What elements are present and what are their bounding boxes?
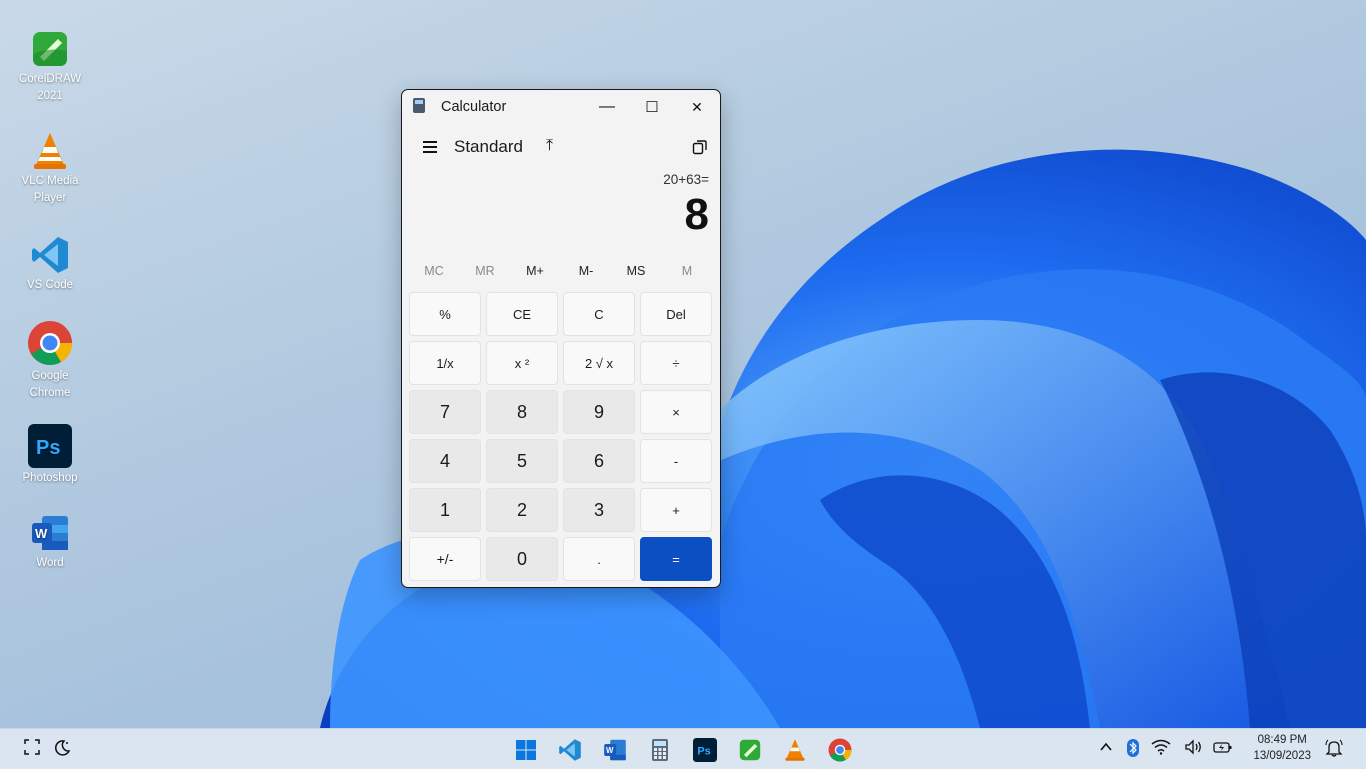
vscode-icon[interactable] [558,738,582,762]
vlc-icon[interactable] [783,738,807,762]
keep-on-top-icon[interactable]: ⤒ [546,137,553,155]
vscode-icon [30,235,70,275]
photoshop-icon: Ps [28,424,72,468]
memory-recall-button[interactable]: MR [460,264,510,278]
fullscreen-icon[interactable] [24,739,40,758]
desktop-icon-vlc[interactable]: VLC Media Player [10,131,90,207]
decimal-button[interactable]: . [563,537,635,581]
svg-text:Ps: Ps [36,437,60,459]
calculator-icon[interactable] [648,738,672,762]
digit-8-button[interactable]: 8 [486,390,558,434]
square-button[interactable]: x ² [486,341,558,385]
svg-text:W: W [606,746,614,755]
photoshop-icon[interactable]: Ps [693,738,717,762]
title-bar[interactable]: Calculator — ☐ ✕ [402,90,720,124]
vlc-icon [30,131,70,171]
bluetooth-icon[interactable] [1126,739,1140,760]
calculator-header: Standard ⤒ [402,130,720,164]
memory-list-button[interactable]: M [662,264,712,278]
clear-button[interactable]: C [563,292,635,336]
clock-date: 13/09/2023 [1253,750,1311,762]
chevron-up-icon[interactable] [1098,739,1114,758]
percent-button[interactable]: % [409,292,481,336]
calculator-window: Calculator — ☐ ✕ Standard ⤒ 20+63= 8 MC … [401,89,721,588]
desktop-icon-label: VS Code [26,279,74,291]
maximize-button[interactable]: ☐ [629,90,675,124]
digit-0-button[interactable]: 0 [486,537,558,581]
memory-subtract-button[interactable]: M- [561,264,611,278]
battery-charging-icon[interactable] [1213,739,1233,758]
desktop-icon-photoshop[interactable]: Ps Photoshop [10,424,90,487]
digit-4-button[interactable]: 4 [409,439,481,483]
add-button[interactable]: + [640,488,712,532]
digit-9-button[interactable]: 9 [563,390,635,434]
digit-6-button[interactable]: 6 [563,439,635,483]
desktop-icon-label: Google [31,370,69,382]
coreldraw-icon [30,29,70,69]
digit-5-button[interactable]: 5 [486,439,558,483]
square-root-button[interactable]: 2 √ x [563,341,635,385]
taskbar: W Ps 08:49 PM 13/09/2023 [0,728,1366,769]
desktop-icon-label: Player [33,192,67,204]
word-icon[interactable]: W [603,738,627,762]
desktop-icon-label: Photoshop [22,472,78,484]
desktop-icon-label: VLC Media [21,175,79,187]
reciprocal-button[interactable]: 1/x [409,341,481,385]
multiply-button[interactable]: × [640,390,712,434]
equals-button[interactable]: = [640,537,712,581]
history-icon[interactable] [692,139,708,155]
night-mode-icon[interactable] [53,739,71,760]
memory-store-button[interactable]: MS [611,264,661,278]
calculator-icon [413,98,425,113]
notification-bell-icon[interactable] [1324,739,1344,760]
digit-1-button[interactable]: 1 [409,488,481,532]
wifi-icon[interactable] [1151,739,1171,758]
minimize-button[interactable]: — [584,90,630,124]
desktop-icon-coreldraw[interactable]: CorelDRAW 2021 [10,29,90,105]
digit-3-button[interactable]: 3 [563,488,635,532]
digit-7-button[interactable]: 7 [409,390,481,434]
desktop-icon-label: Chrome [29,387,71,399]
chrome-icon [27,320,73,366]
chrome-icon[interactable] [828,738,852,762]
desktop-icon-vscode[interactable]: VS Code [10,235,90,294]
expression-display: 20+63= [663,172,709,187]
desktop-icon-label: CorelDRAW [18,73,82,85]
desktop-icon-chrome[interactable]: Google Chrome [10,320,90,402]
clock-time: 08:49 PM [1257,734,1307,746]
subtract-button[interactable]: - [640,439,712,483]
memory-add-button[interactable]: M+ [510,264,560,278]
digit-2-button[interactable]: 2 [486,488,558,532]
divide-button[interactable]: ÷ [640,341,712,385]
desktop-icon-label: 2021 [37,90,63,102]
desktop-icon-label: Word [36,557,64,569]
close-button[interactable]: ✕ [674,90,720,124]
memory-clear-button[interactable]: MC [409,264,459,278]
coreldraw-icon[interactable] [738,738,762,762]
desktop-icon-word[interactable]: W Word [10,513,90,572]
start-icon[interactable] [514,738,538,762]
window-title: Calculator [441,99,507,115]
menu-icon[interactable] [423,141,437,153]
result-display: 8 [684,190,709,239]
word-icon: W [30,513,70,553]
svg-text:W: W [35,526,48,541]
clear-entry-button[interactable]: CE [486,292,558,336]
volume-icon[interactable] [1184,739,1204,758]
negate-button[interactable]: +/- [409,537,481,581]
svg-text:Ps: Ps [697,745,710,757]
backspace-button[interactable]: Del [640,292,712,336]
mode-title: Standard [454,137,523,156]
clock[interactable]: 08:49 PM 13/09/2023 [1253,732,1311,764]
